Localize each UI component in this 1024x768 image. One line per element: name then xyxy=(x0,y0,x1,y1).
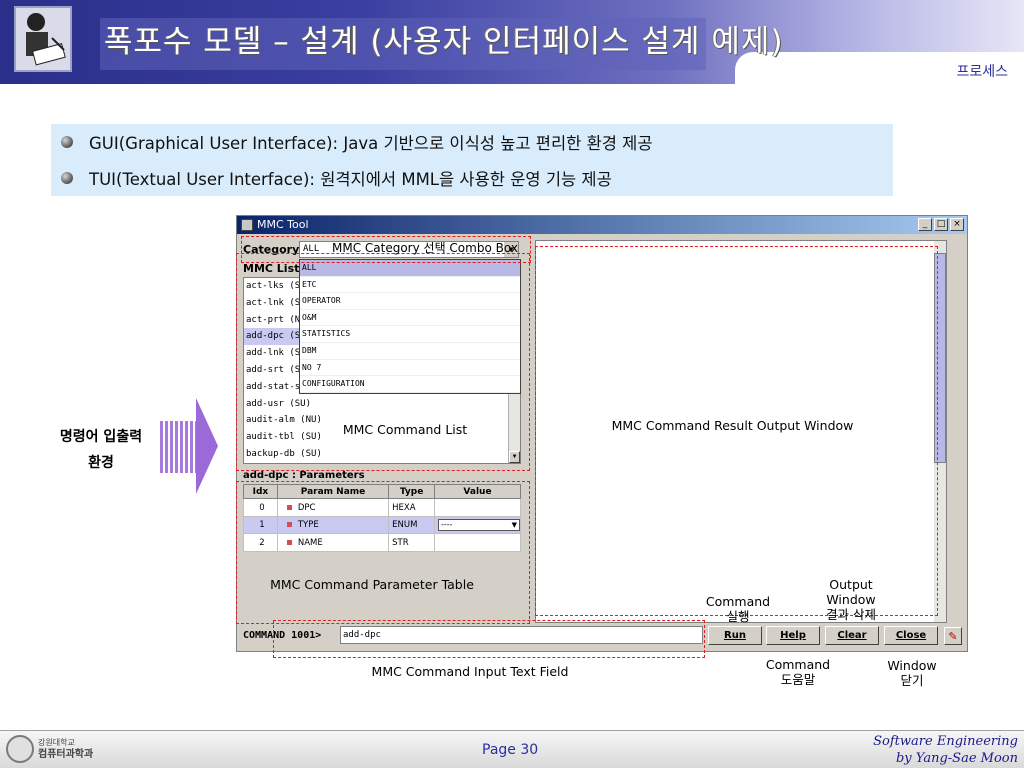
credit: Software Engineering by Yang-Sae Moon xyxy=(873,733,1018,767)
info-box: GUI(Graphical User Interface): Java 기반으로… xyxy=(51,124,893,196)
bullet-item: TUI(Textual User Interface): 원격지에서 MML을 … xyxy=(61,163,612,193)
exit-icon[interactable]: ✎ xyxy=(944,627,962,645)
window-title: MMC Tool xyxy=(257,218,309,231)
professor-logo-icon xyxy=(14,6,72,72)
run-button[interactable]: Run xyxy=(708,626,762,645)
annotation-command-list: MMC Command List xyxy=(342,422,468,437)
annotation-line: Command xyxy=(705,594,771,609)
side-label-line: 명령어 입출력 xyxy=(59,429,143,445)
annotation-help: Command 도움말 xyxy=(758,657,838,687)
annotation-line: 실행 xyxy=(726,609,750,624)
close-window-button[interactable]: × xyxy=(950,218,964,231)
help-button[interactable]: Help xyxy=(766,626,820,645)
input-field-region xyxy=(273,620,705,658)
page-title: 폭포수 모델 – 설계 (사용자 인터페이스 설계 예제) xyxy=(104,24,784,60)
bullet-text: TUI(Textual User Interface): 원격지에서 MML을 … xyxy=(89,170,612,189)
annotation-clear: Output Window 결과 삭제 xyxy=(811,577,891,622)
bullet-item: GUI(Graphical User Interface): Java 기반으로… xyxy=(61,127,653,157)
minimize-button[interactable]: _ xyxy=(918,218,932,231)
right-arrow-icon xyxy=(196,398,218,494)
maximize-button[interactable]: □ xyxy=(934,218,948,231)
side-label-line: 환경 xyxy=(88,455,114,471)
param-table-region xyxy=(236,481,530,624)
annotation-line: Window xyxy=(826,592,876,607)
bullet-text: GUI(Graphical User Interface): Java 기반으로… xyxy=(89,134,653,153)
slide: 폭포수 모델 – 설계 (사용자 인터페이스 설계 예제) 프로세스 GUI(G… xyxy=(0,0,1024,768)
close-button[interactable]: Close xyxy=(884,626,938,645)
params-title: add-dpc : Parameters xyxy=(243,470,365,481)
annotation-param-table: MMC Command Parameter Table xyxy=(270,577,474,592)
annotation-run: Command 실행 xyxy=(698,594,778,624)
annotation-close: Window 닫기 xyxy=(872,658,952,688)
annotation-combo: MMC Category 선택 Combo Box xyxy=(332,241,518,255)
annotation-line: 도움말 xyxy=(780,672,816,687)
annotation-line: Window xyxy=(887,658,937,673)
bullet-icon xyxy=(61,136,73,148)
arrow-stem xyxy=(160,421,198,473)
credit-line: by Yang-Sae Moon xyxy=(895,751,1018,766)
page-number: Page 30 xyxy=(482,742,539,758)
command-list-region xyxy=(236,253,530,471)
annotation-line: Output xyxy=(829,577,873,592)
app-icon xyxy=(241,219,253,231)
annotation-input-field: MMC Command Input Text Field xyxy=(371,664,569,679)
annotation-line: 닫기 xyxy=(900,673,924,688)
annotation-result-window: MMC Command Result Output Window xyxy=(611,418,854,433)
clear-button[interactable]: Clear xyxy=(825,626,879,645)
breadcrumb: 프로세스 xyxy=(956,64,1008,80)
school-line: 강원대학교 xyxy=(38,738,75,747)
school-name: 강원대학교 컴퓨터과학과 xyxy=(38,737,93,761)
side-label: 명령어 입출력 환경 xyxy=(36,424,166,476)
window-controls: _ □ × xyxy=(918,218,964,231)
annotation-line: 결과 삭제 xyxy=(826,607,876,622)
window-titlebar[interactable]: MMC Tool xyxy=(237,216,967,234)
university-seal-icon xyxy=(6,735,34,763)
school-line: 컴퓨터과학과 xyxy=(38,749,94,760)
credit-line: Software Engineering xyxy=(873,734,1018,749)
annotation-line: Command xyxy=(765,657,831,672)
bullet-icon xyxy=(61,172,73,184)
